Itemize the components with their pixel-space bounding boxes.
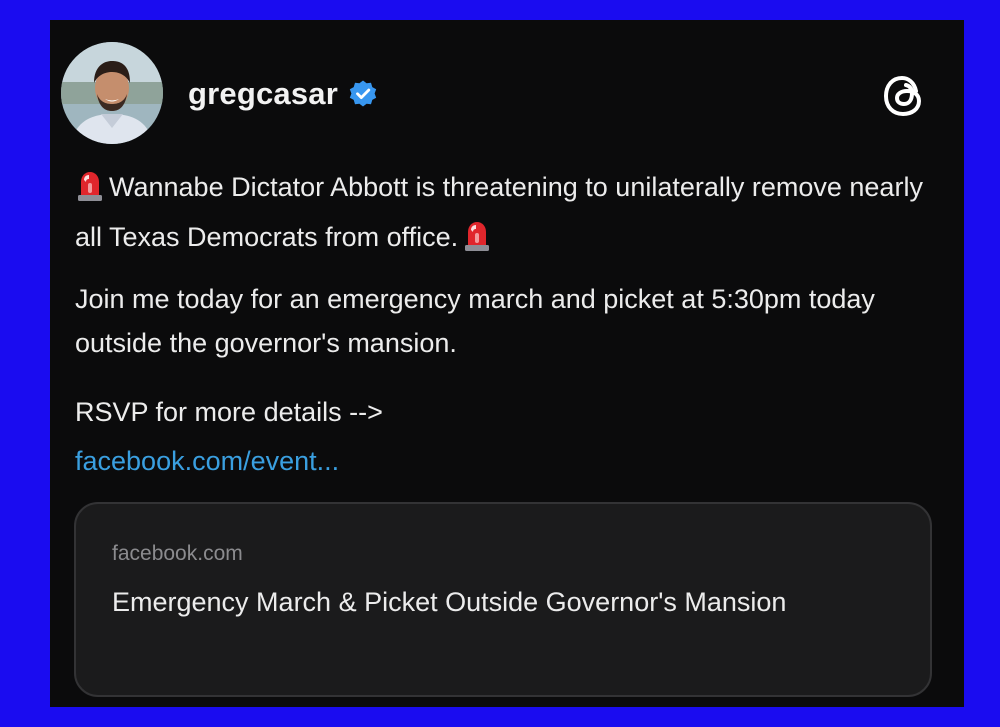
post-text-paragraph: Join me today for an emergency march and… [75,277,935,365]
police-siren-emoji-icon [462,218,492,265]
threads-logo-icon[interactable] [882,74,926,118]
verified-badge-icon [348,79,378,109]
event-link[interactable]: facebook.com/event... [75,439,339,483]
post-header: gregcasar [188,76,378,112]
link-preview-title: Emergency March & Picket Outside Governo… [112,587,787,617]
link-preview-card[interactable]: facebook.com Emergency March & Picket Ou… [74,502,932,697]
post-text: Join me today for an emergency march and… [75,284,875,358]
post-text: Wannabe Dictator Abbott is threatening t… [75,172,923,252]
link-preview-domain: facebook.com [112,542,243,565]
post-text-paragraph: Wannabe Dictator Abbott is threatening t… [75,165,935,265]
post-text-paragraph: RSVP for more details --> [75,390,935,434]
username[interactable]: gregcasar [188,76,338,112]
avatar-image [61,42,163,144]
police-siren-emoji-icon [75,168,105,215]
threads-post: gregcasar Wannabe Dictator Abbott is thr… [50,20,964,707]
post-text: RSVP for more details --> [75,397,383,427]
avatar[interactable] [61,42,163,144]
